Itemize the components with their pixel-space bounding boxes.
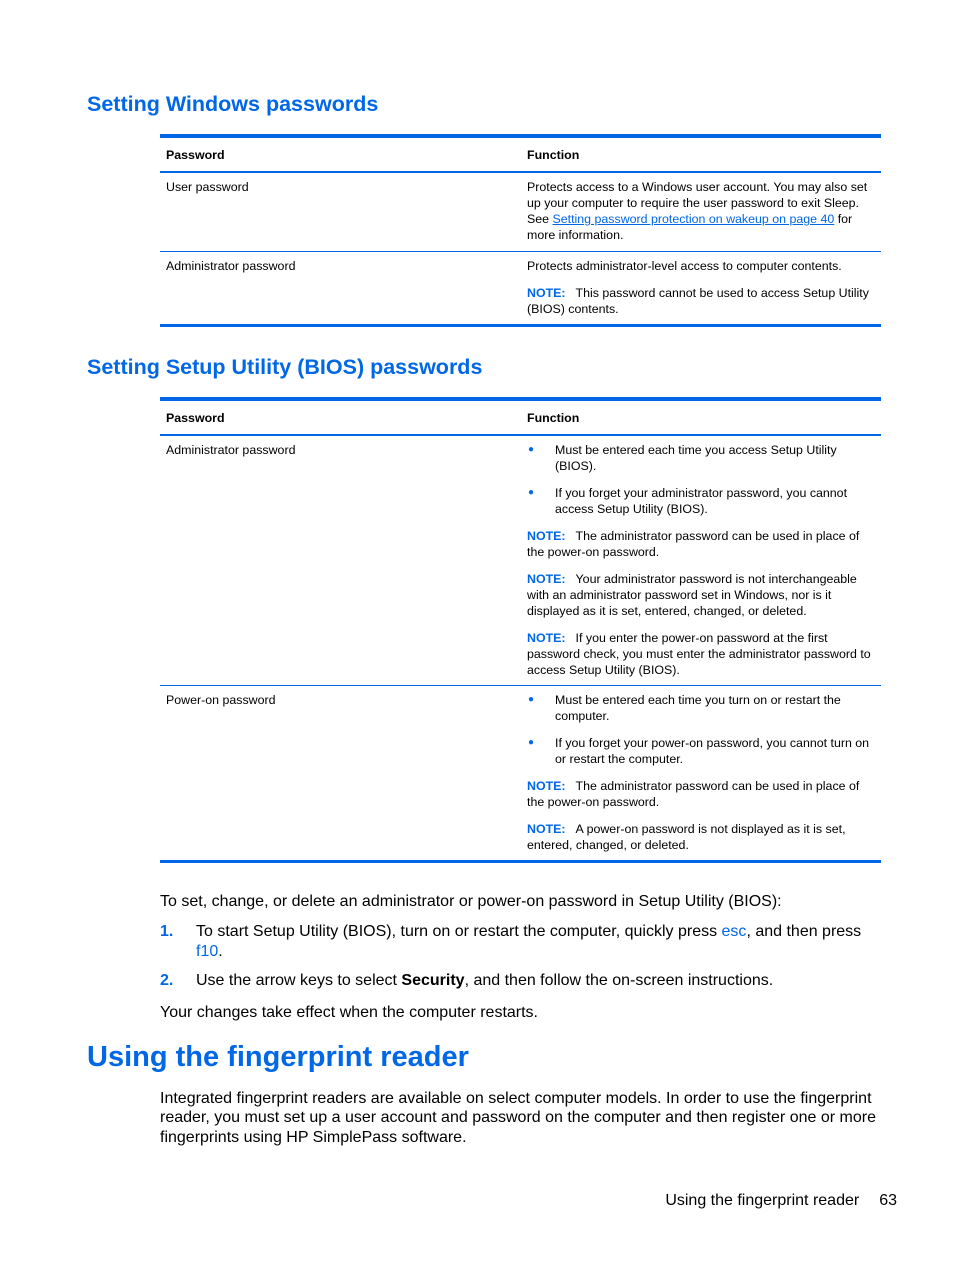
column-header-function: Function (527, 148, 580, 162)
bullet-text: Must be entered each time you access Set… (555, 443, 837, 473)
bullet-icon: ● (528, 444, 535, 455)
section-title-windows-passwords: Setting Windows passwords (87, 92, 379, 116)
cross-reference-link[interactable]: Setting password protection on wakeup on… (553, 212, 835, 226)
note-label: NOTE: (527, 572, 566, 586)
bios-passwords-table: Password Function Administrator password… (160, 397, 881, 863)
note-label: NOTE: (527, 529, 566, 543)
bullet-item: ● If you forget your administrator passwo… (527, 485, 875, 517)
step-item: 1. To start Setup Utility (BIOS), turn o… (160, 922, 890, 961)
page-footer: Using the fingerprint reader 63 (665, 1192, 897, 1210)
table-header-row: Password Function (160, 399, 881, 435)
step-text: To start Setup Utility (BIOS), turn on o… (196, 923, 722, 940)
step-text-middle: , and then press (746, 923, 862, 940)
table-header-row: Password Function (160, 136, 881, 172)
password-cell: Power-on password (166, 693, 276, 707)
note: NOTE: If you enter the power-on password … (527, 630, 875, 678)
bullet-icon: ● (528, 487, 535, 498)
bullet-list: ● Must be entered each time you turn on o… (527, 692, 875, 767)
fingerprint-body: Integrated fingerprint readers are avail… (160, 1090, 876, 1146)
bullet-item: ● Must be entered each time you turn on o… (527, 692, 875, 724)
note-text: The administrator password can be used i… (527, 779, 860, 809)
step-text-after: , and then follow the on-screen instruct… (464, 972, 774, 989)
note: NOTE: The administrator password can be u… (527, 778, 875, 810)
key-esc: esc (721, 923, 747, 940)
table-row: Administrator password ● Must be entered … (160, 435, 881, 686)
bullet-text: If you forget your power-on password, yo… (555, 736, 870, 766)
note-label: NOTE: (527, 779, 566, 793)
table-row: Administrator password Protects administ… (160, 252, 881, 326)
bullet-icon: ● (528, 694, 535, 705)
chapter-title-fingerprint-reader: Using the fingerprint reader (87, 1041, 469, 1073)
note-text: This password cannot be used to access S… (527, 286, 869, 316)
step-item: 2. Use the arrow keys to select Security… (160, 971, 890, 991)
password-cell: Administrator password (166, 443, 296, 457)
note-label: NOTE: (527, 631, 566, 645)
procedure-intro: To set, change, or delete an administrat… (160, 893, 782, 910)
function-text: Protects administrator-level access to c… (527, 259, 842, 273)
step-text-after: . (218, 942, 223, 960)
bullet-text: Must be entered each time you turn on or… (555, 693, 841, 723)
function-cell: Protects access to a Windows user accoun… (521, 172, 881, 252)
column-header-password: Password (166, 411, 225, 425)
column-header-function: Function (527, 411, 580, 425)
menu-name-security: Security (401, 972, 465, 989)
bullet-icon: ● (528, 737, 535, 748)
bullet-item: ● If you forget your power-on password, y… (527, 735, 875, 767)
bullet-list: ● Must be entered each time you access Se… (527, 442, 875, 517)
key-f10: f10 (196, 942, 219, 960)
step-text: Use the arrow keys to select (196, 972, 402, 989)
page-number: 63 (879, 1192, 897, 1209)
procedure-outro: Your changes take effect when the comput… (160, 1004, 538, 1021)
windows-passwords-table: Password Function User password Protects… (160, 134, 881, 327)
table-row: User password Protects access to a Windo… (160, 172, 881, 252)
password-cell: User password (166, 180, 249, 194)
bullet-item: ● Must be entered each time you access Se… (527, 442, 875, 474)
table-row: Power-on password ● Must be entered each … (160, 686, 881, 862)
column-header-password: Password (166, 148, 225, 162)
procedure-steps: 1. To start Setup Utility (BIOS), turn o… (160, 922, 890, 1001)
password-cell: Administrator password (166, 259, 296, 273)
note: NOTE: This password cannot be used to acc… (527, 285, 875, 317)
footer-section-title: Using the fingerprint reader (665, 1192, 860, 1209)
note: NOTE: The administrator password can be u… (527, 528, 875, 560)
note-text: If you enter the power-on password at th… (527, 631, 871, 677)
note-text: The administrator password can be used i… (527, 529, 860, 559)
function-cell: ● Must be entered each time you turn on o… (521, 686, 881, 862)
section-title-bios-passwords: Setting Setup Utility (BIOS) passwords (87, 355, 483, 379)
note: NOTE: A power-on password is not displaye… (527, 821, 875, 853)
note-label: NOTE: (527, 286, 566, 300)
function-cell: ● Must be entered each time you access Se… (521, 435, 881, 686)
step-number: 2. (160, 972, 174, 989)
note: NOTE: Your administrator password is not … (527, 571, 875, 619)
function-cell: Protects administrator-level access to c… (521, 252, 881, 326)
bullet-text: If you forget your administrator passwor… (555, 486, 848, 516)
note-label: NOTE: (527, 822, 566, 836)
note-text: A power-on password is not displayed as … (527, 822, 846, 852)
step-number: 1. (160, 923, 174, 940)
note-text: Your administrator password is not inter… (527, 572, 857, 618)
